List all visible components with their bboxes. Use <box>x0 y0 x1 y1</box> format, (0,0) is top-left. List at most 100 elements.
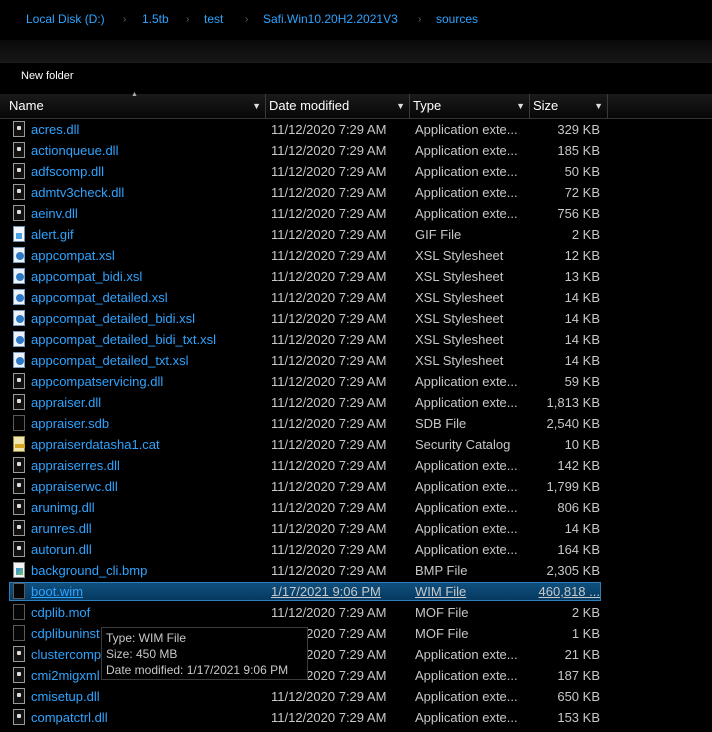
file-type: Application exte... <box>415 479 518 494</box>
file-row[interactable]: appraiserwc.dll 11/12/2020 7:29 AM Applica… <box>0 477 712 498</box>
cat-icon <box>13 436 25 452</box>
file-row[interactable]: appcompat_detailed_bidi.xsl 11/12/2020 7:… <box>0 309 712 330</box>
chevron-down-icon[interactable]: ▼ <box>594 94 603 118</box>
file-row[interactable]: boot.wim 1/17/2021 9:06 PM WIM File 460,818… <box>0 582 712 603</box>
file-type: GIF File <box>415 227 462 242</box>
file-name[interactable]: aeinv.dll <box>31 206 78 221</box>
breadcrumb-item-1-5tb[interactable]: 1.5tb <box>142 12 169 26</box>
file-name[interactable]: acres.dll <box>31 122 79 137</box>
file-name[interactable]: alert.gif <box>31 227 74 242</box>
file-row[interactable]: appraiserres.dll 11/12/2020 7:29 AM Applic… <box>0 456 712 477</box>
column-header-date[interactable]: Date modified ▼ <box>267 94 410 118</box>
file-name[interactable]: cmi2migxml <box>31 668 100 683</box>
file-name[interactable]: clustercomp <box>31 647 101 662</box>
file-name[interactable]: appcompat_detailed_txt.xsl <box>31 353 189 368</box>
breadcrumb-separator-icon[interactable]: › <box>245 13 248 26</box>
file-row[interactable]: aeinv.dll 11/12/2020 7:29 AM Application e… <box>0 204 712 225</box>
breadcrumb-separator-icon[interactable]: › <box>123 13 126 26</box>
breadcrumb-item-safi[interactable]: Safi.Win10.20H2.2021V3 <box>263 12 398 26</box>
file-row[interactable]: appraiserdatasha1.cat 11/12/2020 7:29 AM S… <box>0 435 712 456</box>
xsl-icon <box>13 352 25 368</box>
file-date: 11/12/2020 7:29 AM <box>271 311 387 326</box>
column-header-type[interactable]: Type ▼ <box>411 94 530 118</box>
file-tooltip: Type: WIM File Size: 450 MB Date modifie… <box>101 627 308 680</box>
file-size: 1,813 KB <box>546 395 601 410</box>
file-row[interactable]: actionqueue.dll 11/12/2020 7:29 AM Applica… <box>0 141 712 162</box>
file-type: Application exte... <box>415 374 518 389</box>
file-row[interactable]: appcompat_detailed.xsl 11/12/2020 7:29 AM… <box>0 288 712 309</box>
file-name[interactable]: appraiser.sdb <box>31 416 109 431</box>
file-size: 142 KB <box>557 458 600 473</box>
file-row[interactable]: acres.dll 11/12/2020 7:29 AM Application e… <box>0 120 712 141</box>
file-type: Application exte... <box>415 164 518 179</box>
column-header-size[interactable]: Size ▼ <box>531 94 608 118</box>
file-name[interactable]: arunimg.dll <box>31 500 95 515</box>
column-header-name[interactable]: Name ▼ <box>7 94 266 118</box>
file-name[interactable]: appraiserwc.dll <box>31 479 118 494</box>
file-name[interactable]: actionqueue.dll <box>31 143 118 158</box>
file-row[interactable]: appcompat_detailed_txt.xsl 11/12/2020 7:2… <box>0 351 712 372</box>
file-date: 11/12/2020 7:29 AM <box>271 143 387 158</box>
file-name[interactable]: appcompatservicing.dll <box>31 374 163 389</box>
blank-file-icon <box>13 604 25 620</box>
file-size: 10 KB <box>564 437 600 452</box>
file-name[interactable]: boot.wim <box>31 584 83 599</box>
file-name[interactable]: appcompat_detailed_bidi.xsl <box>31 311 195 326</box>
breadcrumb-separator-icon[interactable]: › <box>418 13 421 26</box>
file-row[interactable]: cmisetup.dll 11/12/2020 7:29 AM Applicatio… <box>0 687 712 708</box>
file-row[interactable]: adfscomp.dll 11/12/2020 7:29 AM Applicatio… <box>0 162 712 183</box>
breadcrumb-item-sources[interactable]: sources <box>436 12 478 26</box>
file-row[interactable]: appraiser.dll 11/12/2020 7:29 AM Applicati… <box>0 393 712 414</box>
file-name[interactable]: appraiserdatasha1.cat <box>31 437 160 452</box>
file-name[interactable]: adfscomp.dll <box>31 164 104 179</box>
file-type: XSL Stylesheet <box>415 353 504 368</box>
breadcrumb-separator-icon[interactable]: › <box>186 13 189 26</box>
file-name[interactable]: arunres.dll <box>31 521 92 536</box>
dll-icon <box>13 163 25 179</box>
column-header: ▲ Name ▼ Date modified ▼ Type ▼ Size ▼ <box>0 91 712 119</box>
file-row[interactable]: arunres.dll 11/12/2020 7:29 AM Application… <box>0 519 712 540</box>
file-row[interactable]: appraiser.sdb 11/12/2020 7:29 AM SDB File 2… <box>0 414 712 435</box>
file-row[interactable]: autorun.dll 11/12/2020 7:29 AM Application… <box>0 540 712 561</box>
xsl-icon <box>13 289 25 305</box>
breadcrumb-item-local-disk[interactable]: Local Disk (D:) <box>26 12 105 26</box>
file-name[interactable]: cmisetup.dll <box>31 689 100 704</box>
file-row[interactable]: alert.gif 11/12/2020 7:29 AM GIF File 2 KB <box>0 225 712 246</box>
file-name[interactable]: admtv3check.dll <box>31 185 124 200</box>
file-name[interactable]: compatctrl.dll <box>31 710 108 725</box>
chevron-down-icon[interactable]: ▼ <box>516 94 525 118</box>
new-folder-button[interactable]: New folder <box>21 70 74 82</box>
file-name[interactable]: background_cli.bmp <box>31 563 147 578</box>
file-name[interactable]: cdplib.mof <box>31 605 90 620</box>
chevron-down-icon[interactable]: ▼ <box>396 94 405 118</box>
file-size: 1 KB <box>571 626 600 641</box>
file-row[interactable]: appcompat_bidi.xsl 11/12/2020 7:29 AM XSL … <box>0 267 712 288</box>
tooltip-date: Date modified: 1/17/2021 9:06 PM <box>106 663 289 677</box>
file-name[interactable]: cdplibuninst <box>31 626 100 641</box>
file-type: Application exte... <box>415 185 518 200</box>
file-row[interactable]: appcompat_detailed_bidi_txt.xsl 11/12/202… <box>0 330 712 351</box>
file-date: 11/12/2020 7:29 AM <box>271 332 387 347</box>
file-name[interactable]: appcompat_bidi.xsl <box>31 269 142 284</box>
file-row[interactable]: compatctrl.dll 11/12/2020 7:29 AM Applicat… <box>0 708 712 729</box>
file-name[interactable]: autorun.dll <box>31 542 92 557</box>
file-name[interactable]: appcompat_detailed.xsl <box>31 290 168 305</box>
file-size: 72 KB <box>564 185 600 200</box>
file-row[interactable]: cdplib.mof 11/12/2020 7:29 AM MOF File 2 KB <box>0 603 712 624</box>
file-name[interactable]: appcompat.xsl <box>31 248 115 263</box>
file-row[interactable]: background_cli.bmp 11/12/2020 7:29 AM BMP … <box>0 561 712 582</box>
breadcrumb-item-test[interactable]: test <box>204 12 223 26</box>
file-name[interactable]: appraiser.dll <box>31 395 101 410</box>
chevron-down-icon[interactable]: ▼ <box>252 94 261 118</box>
dll-icon <box>13 667 25 683</box>
file-name[interactable]: appcompat_detailed_bidi_txt.xsl <box>31 332 216 347</box>
file-date: 11/12/2020 7:29 AM <box>271 374 387 389</box>
file-row[interactable]: appcompat.xsl 11/12/2020 7:29 AM XSL Style… <box>0 246 712 267</box>
file-date: 11/12/2020 7:29 AM <box>271 563 387 578</box>
file-type: Application exte... <box>415 395 518 410</box>
file-row[interactable]: admtv3check.dll 11/12/2020 7:29 AM Applica… <box>0 183 712 204</box>
file-row[interactable]: appcompatservicing.dll 11/12/2020 7:29 AM… <box>0 372 712 393</box>
file-type: Application exte... <box>415 710 518 725</box>
file-row[interactable]: arunimg.dll 11/12/2020 7:29 AM Application… <box>0 498 712 519</box>
file-name[interactable]: appraiserres.dll <box>31 458 120 473</box>
